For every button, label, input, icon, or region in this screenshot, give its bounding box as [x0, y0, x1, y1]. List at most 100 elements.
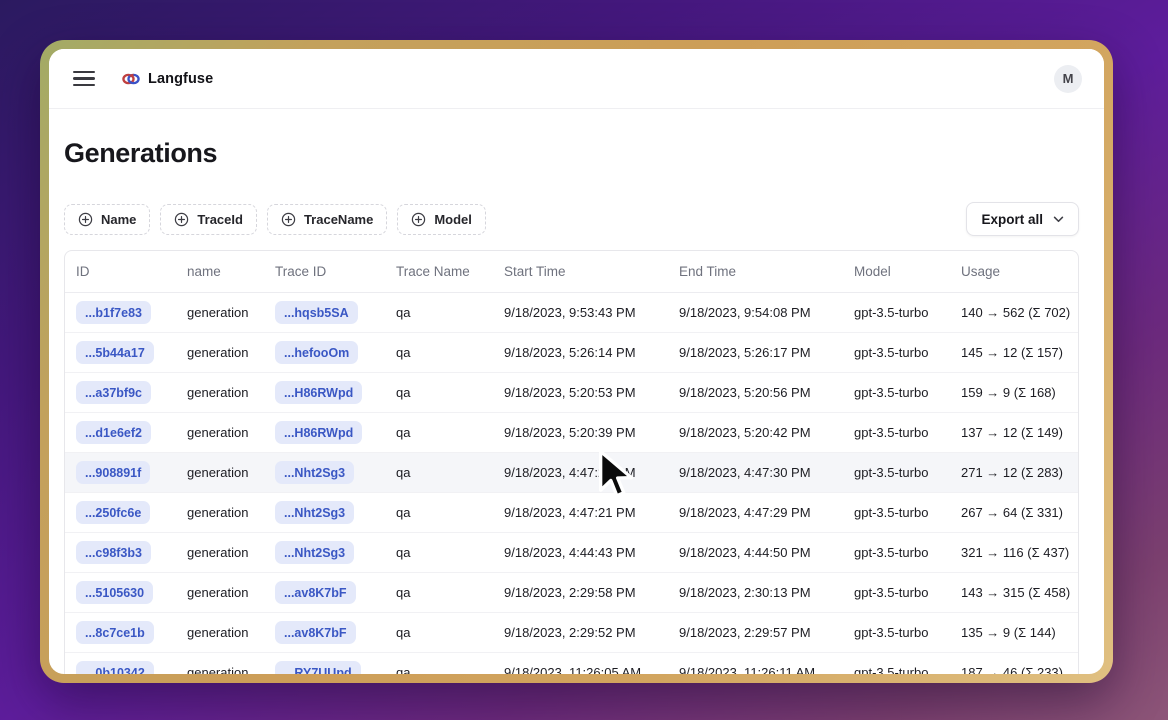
window-frame: Langfuse M Generations Name TraceId TraceN…	[40, 40, 1113, 683]
model-cell: gpt-3.5-turbo	[843, 505, 950, 520]
start-time-cell: 9/18/2023, 5:20:39 PM	[493, 425, 668, 440]
trace-id-badge[interactable]: ...Nht2Sg3	[275, 461, 354, 484]
model-cell: gpt-3.5-turbo	[843, 545, 950, 560]
generation-id-badge[interactable]: ...5105630	[76, 581, 153, 604]
trace-name-cell: qa	[385, 505, 493, 520]
trace-id-badge[interactable]: ...H86RWpd	[275, 381, 362, 404]
generation-id-badge[interactable]: ...0b10342	[76, 661, 154, 674]
name-cell: generation	[176, 465, 264, 480]
table-row[interactable]: ...0b10342generation...RY7UUpdqa9/18/202…	[65, 653, 1078, 674]
start-time-cell: 9/18/2023, 5:26:14 PM	[493, 345, 668, 360]
plus-circle-icon	[411, 212, 426, 227]
brand: Langfuse	[122, 71, 213, 87]
model-cell: gpt-3.5-turbo	[843, 425, 950, 440]
chevron-down-icon	[1053, 216, 1064, 223]
app-header: Langfuse M	[49, 49, 1104, 109]
table-row[interactable]: ...5105630generation...av8K7bFqa9/18/202…	[65, 573, 1078, 613]
generation-id-badge[interactable]: ...b1f7e83	[76, 301, 151, 324]
trace-id-badge[interactable]: ...Nht2Sg3	[275, 541, 354, 564]
name-cell: generation	[176, 385, 264, 400]
generation-id-badge-cell: ...250fc6e	[65, 501, 176, 524]
table-row[interactable]: ...c98f3b3generation...Nht2Sg3qa9/18/202…	[65, 533, 1078, 573]
usage-cell: 271 → 12 (Σ 283)	[950, 465, 1078, 480]
generation-id-badge-cell: ...a37bf9c	[65, 381, 176, 404]
table-row[interactable]: ...d1e6ef2generation...H86RWpdqa9/18/202…	[65, 413, 1078, 453]
name-cell: generation	[176, 665, 264, 674]
generations-table: IDnameTrace IDTrace NameStart TimeEnd Ti…	[64, 250, 1079, 674]
model-cell: gpt-3.5-turbo	[843, 625, 950, 640]
filter-label: TraceId	[197, 212, 243, 227]
trace-id-badge[interactable]: ...av8K7bF	[275, 581, 356, 604]
menu-icon[interactable]	[73, 69, 95, 89]
table-row[interactable]: ...a37bf9cgeneration...H86RWpdqa9/18/202…	[65, 373, 1078, 413]
table-row[interactable]: ...250fc6egeneration...Nht2Sg3qa9/18/202…	[65, 493, 1078, 533]
filter-button-tracename[interactable]: TraceName	[267, 204, 387, 235]
column-header-name: name	[176, 264, 264, 279]
filter-button-model[interactable]: Model	[397, 204, 486, 235]
table-row[interactable]: ...8c7ce1bgeneration...av8K7bFqa9/18/202…	[65, 613, 1078, 653]
generation-id-badge-cell: ...5b44a17	[65, 341, 176, 364]
column-header-trace-name: Trace Name	[385, 264, 493, 279]
generation-id-badge-cell: ...5105630	[65, 581, 176, 604]
usage-cell: 159 → 9 (Σ 168)	[950, 385, 1078, 400]
end-time-cell: 9/18/2023, 5:20:42 PM	[668, 425, 843, 440]
app-window: Langfuse M Generations Name TraceId TraceN…	[49, 49, 1104, 674]
trace-id-badge-cell: ...Nht2Sg3	[264, 461, 385, 484]
end-time-cell: 9/18/2023, 9:54:08 PM	[668, 305, 843, 320]
table-row[interactable]: ...b1f7e83generation...hqsb5SAqa9/18/202…	[65, 293, 1078, 333]
generation-id-badge-cell: ...b1f7e83	[65, 301, 176, 324]
usage-cell: 187 → 46 (Σ 233)	[950, 665, 1078, 674]
toolbar: Name TraceId TraceName Model Export all	[64, 202, 1079, 236]
filter-bar: Name TraceId TraceName Model	[64, 204, 486, 235]
table-header-row: IDnameTrace IDTrace NameStart TimeEnd Ti…	[65, 251, 1078, 293]
desktop-background: Langfuse M Generations Name TraceId TraceN…	[0, 0, 1168, 720]
generation-id-badge[interactable]: ...8c7ce1b	[76, 621, 154, 644]
trace-name-cell: qa	[385, 425, 493, 440]
trace-id-badge[interactable]: ...RY7UUpd	[275, 661, 361, 674]
column-header-model: Model	[843, 264, 950, 279]
filter-button-name[interactable]: Name	[64, 204, 150, 235]
trace-name-cell: qa	[385, 385, 493, 400]
table-row[interactable]: ...5b44a17generation...hefooOmqa9/18/202…	[65, 333, 1078, 373]
filter-label: Model	[434, 212, 472, 227]
generation-id-badge[interactable]: ...5b44a17	[76, 341, 154, 364]
generation-id-badge[interactable]: ...908891f	[76, 461, 150, 484]
trace-id-badge[interactable]: ...H86RWpd	[275, 421, 362, 444]
langfuse-logo-icon	[122, 72, 140, 86]
generation-id-badge[interactable]: ...a37bf9c	[76, 381, 151, 404]
usage-cell: 267 → 64 (Σ 331)	[950, 505, 1078, 520]
trace-id-badge[interactable]: ...Nht2Sg3	[275, 501, 354, 524]
usage-cell: 137 → 12 (Σ 149)	[950, 425, 1078, 440]
trace-name-cell: qa	[385, 345, 493, 360]
trace-id-badge[interactable]: ...hqsb5SA	[275, 301, 358, 324]
generation-id-badge[interactable]: ...c98f3b3	[76, 541, 151, 564]
brand-name: Langfuse	[148, 71, 213, 87]
trace-id-badge-cell: ...av8K7bF	[264, 581, 385, 604]
generation-id-badge[interactable]: ...d1e6ef2	[76, 421, 151, 444]
table-row[interactable]: ...908891fgeneration...Nht2Sg3qa9/18/202…	[65, 453, 1078, 493]
filter-button-traceid[interactable]: TraceId	[160, 204, 257, 235]
plus-circle-icon	[174, 212, 189, 227]
trace-id-badge[interactable]: ...hefooOm	[275, 341, 358, 364]
trace-id-badge[interactable]: ...av8K7bF	[275, 621, 356, 644]
name-cell: generation	[176, 625, 264, 640]
model-cell: gpt-3.5-turbo	[843, 345, 950, 360]
end-time-cell: 9/18/2023, 2:29:57 PM	[668, 625, 843, 640]
generation-id-badge-cell: ...8c7ce1b	[65, 621, 176, 644]
plus-circle-icon	[281, 212, 296, 227]
trace-id-badge-cell: ...H86RWpd	[264, 421, 385, 444]
user-avatar[interactable]: M	[1054, 65, 1082, 93]
column-header-id: ID	[65, 264, 176, 279]
page-title: Generations	[64, 138, 1079, 169]
usage-cell: 135 → 9 (Σ 144)	[950, 625, 1078, 640]
end-time-cell: 9/18/2023, 11:26:11 AM	[668, 665, 843, 674]
trace-id-badge-cell: ...av8K7bF	[264, 621, 385, 644]
usage-cell: 143 → 315 (Σ 458)	[950, 585, 1078, 600]
model-cell: gpt-3.5-turbo	[843, 465, 950, 480]
trace-name-cell: qa	[385, 465, 493, 480]
trace-name-cell: qa	[385, 545, 493, 560]
export-all-button[interactable]: Export all	[966, 202, 1079, 236]
generation-id-badge[interactable]: ...250fc6e	[76, 501, 150, 524]
generation-id-badge-cell: ...908891f	[65, 461, 176, 484]
usage-cell: 145 → 12 (Σ 157)	[950, 345, 1078, 360]
